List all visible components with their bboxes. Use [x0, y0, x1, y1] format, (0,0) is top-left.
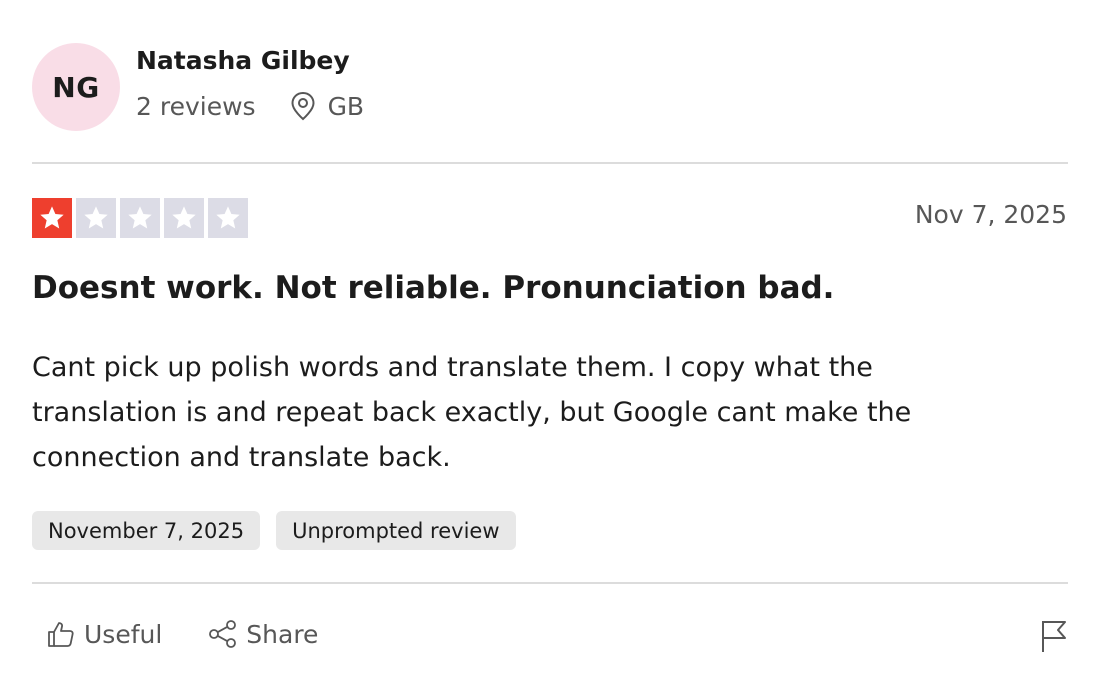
review-title[interactable]: Doesnt work. Not reliable. Pronunciation… [32, 270, 834, 306]
star-empty-icon [76, 198, 116, 238]
share-button[interactable]: Share [208, 619, 318, 649]
reviewer-meta: 2 reviews GB [136, 91, 364, 121]
review-body: Cant pick up polish words and translate … [32, 352, 912, 473]
share-label: Share [246, 619, 319, 649]
reviewer-country: GB [327, 91, 365, 121]
review-actions: Useful Share [46, 619, 318, 649]
star-empty-icon [120, 198, 160, 238]
useful-label: Useful [84, 619, 163, 649]
star-filled-icon [32, 198, 72, 238]
avatar[interactable]: NG [32, 43, 120, 131]
reviewer-name[interactable]: Natasha Gilbey [136, 46, 350, 75]
star-empty-icon [164, 198, 204, 238]
divider [32, 162, 1068, 164]
flag-icon[interactable] [1040, 619, 1068, 653]
divider [32, 582, 1068, 584]
review-date: Nov 7, 2025 [914, 200, 1067, 229]
star-empty-icon [208, 198, 248, 238]
unprompted-review-tag[interactable]: Unprompted review [276, 511, 516, 550]
review-card: NG Natasha Gilbey 2 reviews GB Nov 7, 20… [0, 0, 1104, 684]
date-of-experience-tag: November 7, 2025 [32, 511, 261, 550]
review-tags: November 7, 2025 Unprompted review [32, 511, 516, 550]
share-icon [208, 619, 238, 649]
location-pin-icon [290, 91, 316, 121]
thumbs-up-icon [46, 619, 76, 649]
reviews-count: 2 reviews [136, 91, 256, 121]
star-rating [32, 198, 248, 238]
useful-button[interactable]: Useful [46, 619, 162, 649]
